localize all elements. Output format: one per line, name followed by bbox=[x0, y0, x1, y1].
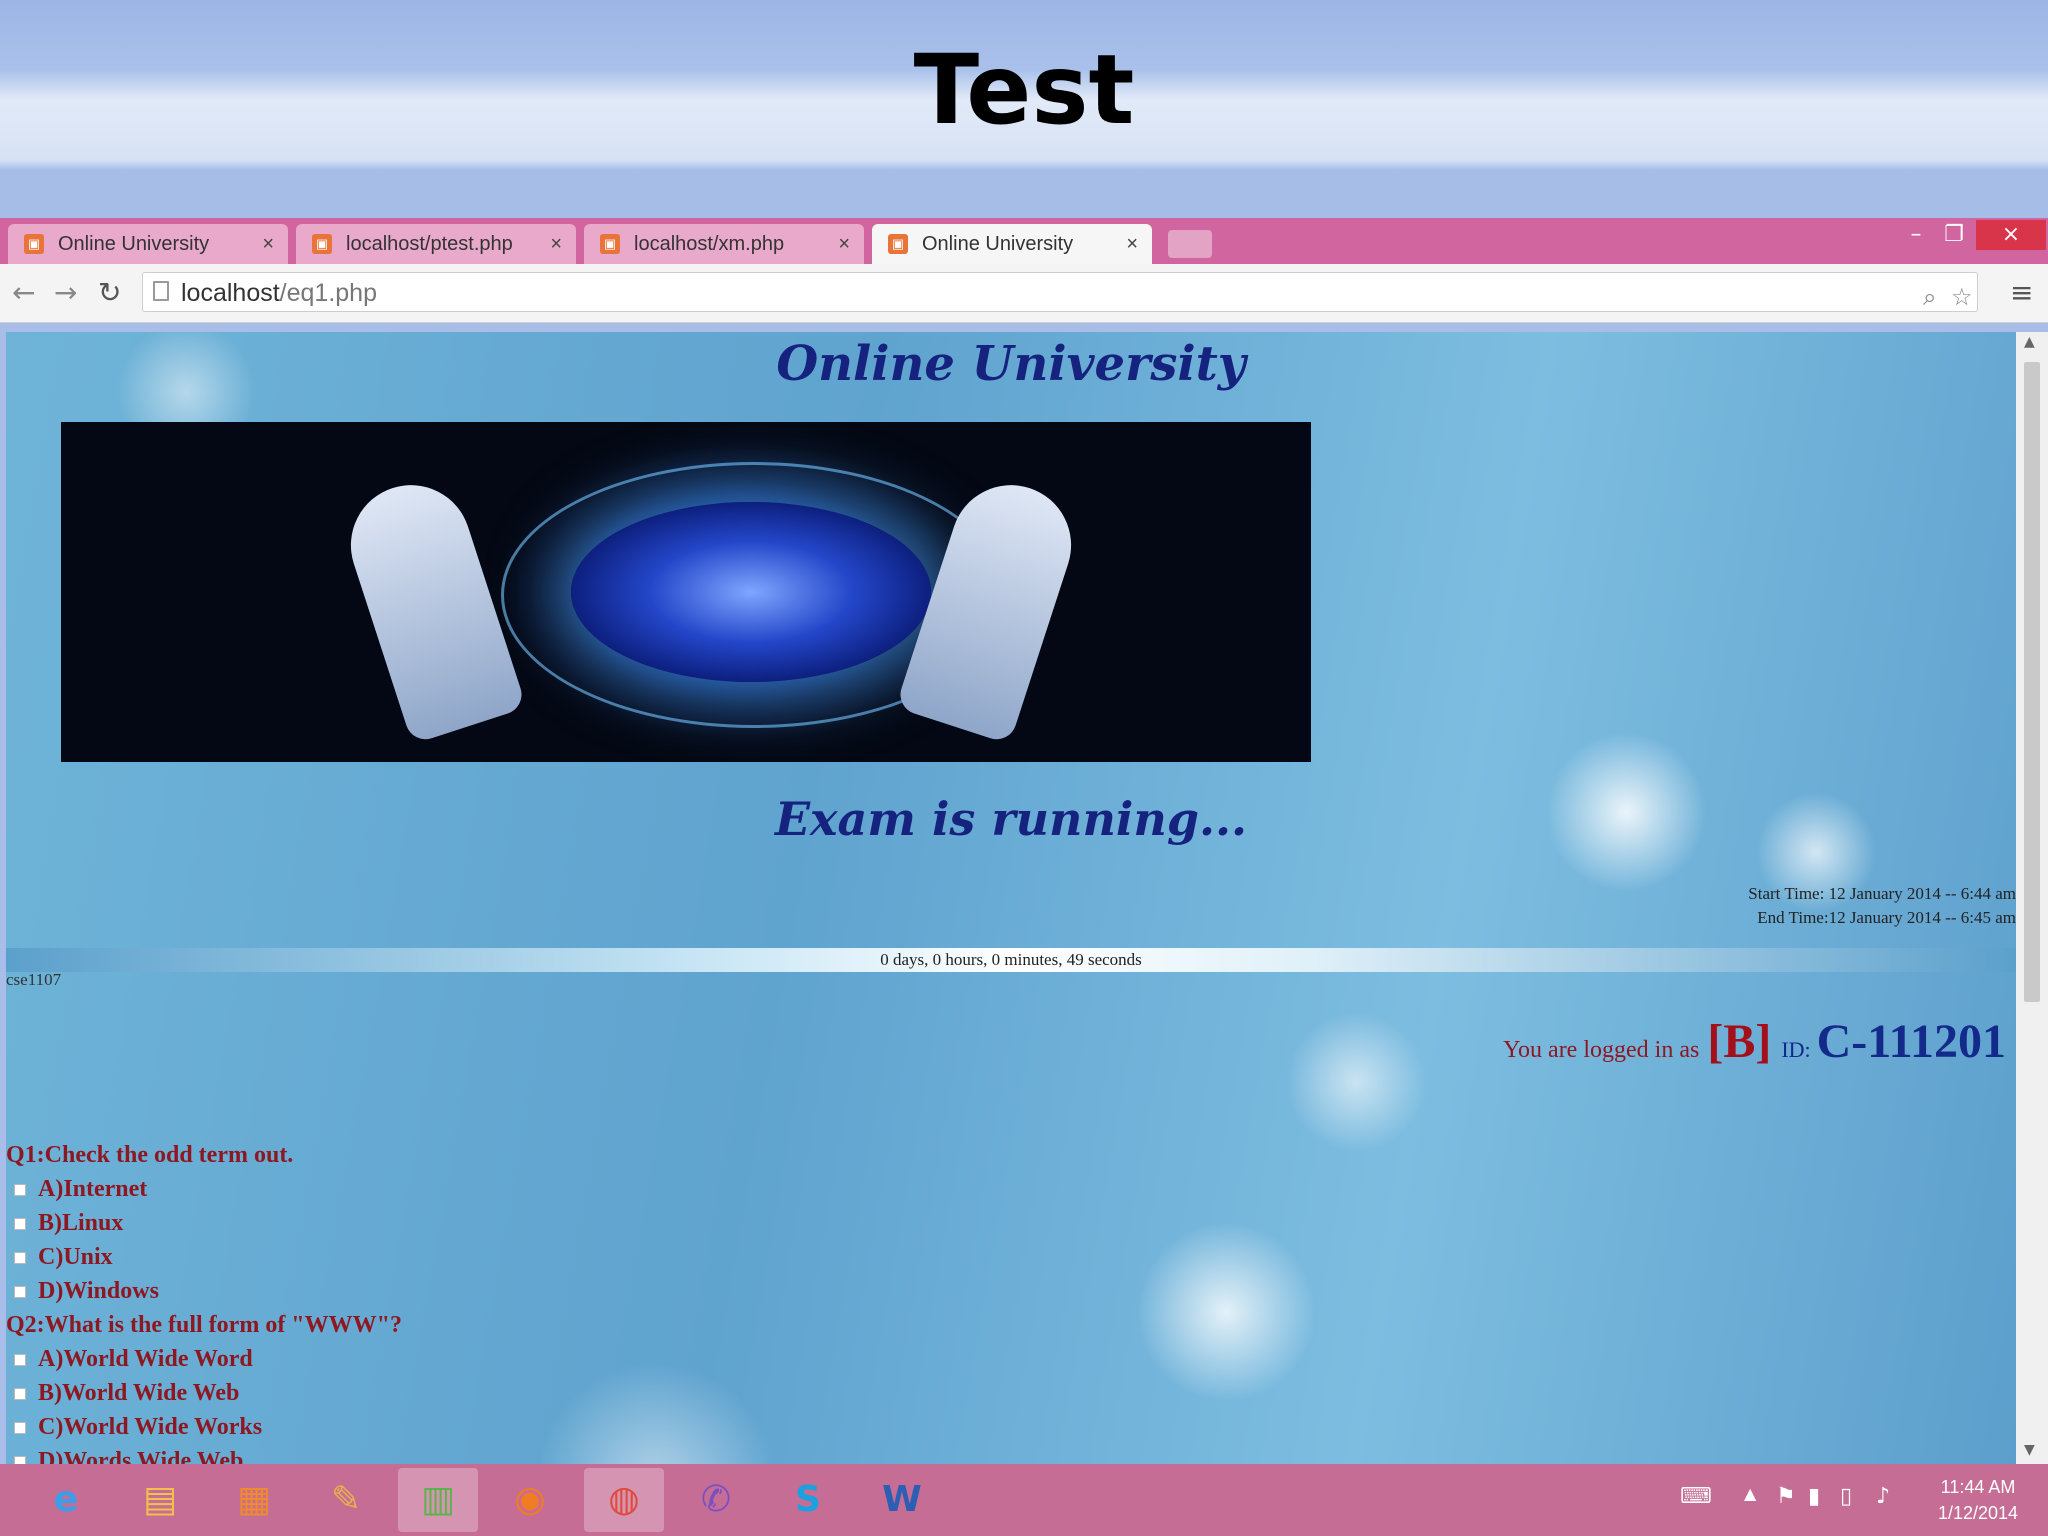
page-scrollbar[interactable]: ▲ ▼ bbox=[2016, 332, 2048, 1464]
close-tab-icon[interactable]: × bbox=[262, 224, 274, 264]
url-text: localhost/eq1.php bbox=[181, 279, 377, 307]
option-q2-d[interactable]: D)Words Wide Web bbox=[6, 1444, 402, 1464]
tab-xm[interactable]: ▣ localhost/xm.php × bbox=[584, 224, 864, 264]
scroll-thumb[interactable] bbox=[2024, 362, 2040, 1002]
forward-icon[interactable]: → bbox=[54, 276, 77, 309]
banner-image bbox=[61, 422, 1311, 762]
keyboard-icon[interactable]: ⌨ bbox=[1680, 1484, 1712, 1509]
new-tab-button[interactable] bbox=[1168, 230, 1212, 258]
countdown-text: 0 days, 0 hours, 0 minutes, 49 seconds bbox=[880, 950, 1142, 969]
question-1: Q1:Check the odd term out. bbox=[6, 1142, 294, 1168]
option-q1-d[interactable]: D)Windows bbox=[6, 1274, 402, 1308]
windows-taskbar: e ▤ ▦ ✎ ▥ ◉ ◍ ✆ S W ⌨ ▲ ⚑ ▮ ▯ ♪ 11:44 AM… bbox=[0, 1464, 2048, 1536]
option-q1-b[interactable]: B)Linux bbox=[6, 1206, 402, 1240]
close-tab-icon[interactable]: × bbox=[838, 224, 850, 264]
xampp-favicon-icon: ▣ bbox=[24, 234, 44, 254]
tab-label: Online University bbox=[58, 233, 210, 255]
restore-icon[interactable]: ❐ bbox=[1936, 220, 1972, 250]
login-text: You are logged in as bbox=[1503, 1037, 1700, 1063]
url-input[interactable]: localhost/eq1.php ⌕ ☆ bbox=[142, 272, 1978, 312]
start-time: Start Time: 12 January 2014 -- 6:44 am bbox=[1748, 884, 2016, 903]
end-time: End Time:12 January 2014 -- 6:45 am bbox=[1757, 908, 2016, 927]
radio-button[interactable] bbox=[14, 1184, 26, 1197]
viber-icon[interactable]: ✆ bbox=[676, 1468, 756, 1532]
radio-button[interactable] bbox=[14, 1354, 26, 1367]
store-icon[interactable]: ▦ bbox=[214, 1468, 294, 1532]
site-title: Online University bbox=[776, 336, 1246, 392]
minimize-icon[interactable]: – bbox=[1898, 220, 1934, 250]
tab-online-university-active[interactable]: ▣ Online University × bbox=[872, 224, 1152, 264]
option-q2-a[interactable]: A)World Wide Word bbox=[6, 1342, 402, 1376]
exam-times: Start Time: 12 January 2014 -- 6:44 am E… bbox=[1748, 882, 2016, 930]
brain-graphic bbox=[571, 502, 931, 682]
page-viewport: Online University Exam is running... Sta… bbox=[6, 332, 2016, 1464]
option-q1-a[interactable]: A)Internet bbox=[6, 1172, 402, 1206]
xampp-favicon-icon: ▣ bbox=[600, 234, 620, 254]
scroll-down-icon[interactable]: ▼ bbox=[2024, 1442, 2035, 1458]
close-tab-icon[interactable]: × bbox=[550, 224, 562, 264]
user-code: cse1107 bbox=[6, 970, 62, 989]
volume-icon[interactable]: ♪ bbox=[1876, 1484, 1890, 1509]
menu-icon[interactable]: ≡ bbox=[2010, 276, 2033, 309]
clock-time: 11:44 AM bbox=[1940, 1477, 2016, 1497]
skype-icon[interactable]: S bbox=[768, 1468, 848, 1532]
exam-status: Exam is running... bbox=[774, 792, 1248, 846]
radio-button[interactable] bbox=[14, 1218, 26, 1231]
login-info: You are logged in as [B] ID: C-111201 bbox=[1503, 1014, 2006, 1069]
radio-button[interactable] bbox=[14, 1252, 26, 1265]
left-hand-graphic bbox=[335, 469, 527, 745]
show-hidden-icons[interactable]: ▲ bbox=[1744, 1484, 1756, 1503]
internet-explorer-icon[interactable]: e bbox=[26, 1468, 106, 1532]
reload-icon[interactable]: ↻ bbox=[98, 276, 121, 309]
project-icon[interactable]: ▥ bbox=[398, 1468, 478, 1532]
close-window-icon[interactable]: × bbox=[1976, 220, 2046, 250]
file-explorer-icon[interactable]: ▤ bbox=[120, 1468, 200, 1532]
firefox-icon[interactable]: ◉ bbox=[490, 1468, 570, 1532]
close-tab-icon[interactable]: × bbox=[1126, 224, 1138, 264]
back-icon[interactable]: ← bbox=[12, 276, 35, 309]
network-icon[interactable]: ▯ bbox=[1840, 1484, 1852, 1509]
login-id-label: ID: bbox=[1781, 1037, 1811, 1062]
question-list: Q1:Check the odd term out. A)Internet B)… bbox=[6, 1138, 402, 1464]
countdown-bar: 0 days, 0 hours, 0 minutes, 49 seconds bbox=[6, 948, 2016, 972]
tab-label: localhost/xm.php bbox=[634, 233, 785, 255]
address-toolbar: ← → ↻ localhost/eq1.php ⌕ ☆ ≡ bbox=[0, 264, 2048, 323]
browser-tabbar: ▣ Online University × ▣ localhost/ptest.… bbox=[0, 218, 2048, 264]
bookmark-star-icon[interactable]: ☆ bbox=[1951, 283, 1973, 311]
tab-label: Online University bbox=[922, 233, 1074, 255]
scroll-up-icon[interactable]: ▲ bbox=[2024, 334, 2035, 350]
chrome-icon[interactable]: ◍ bbox=[584, 1468, 664, 1532]
paint-icon[interactable]: ✎ bbox=[306, 1468, 386, 1532]
slide-title: Test bbox=[913, 34, 1135, 146]
option-q2-c[interactable]: C)World Wide Works bbox=[6, 1410, 402, 1444]
radio-button[interactable] bbox=[14, 1456, 26, 1464]
radio-button[interactable] bbox=[14, 1286, 26, 1299]
page-icon bbox=[153, 281, 169, 301]
login-id: C-111201 bbox=[1816, 1015, 2006, 1068]
radio-button[interactable] bbox=[14, 1422, 26, 1435]
clock-date: 1/12/2014 bbox=[1937, 1503, 2019, 1523]
option-q1-c[interactable]: C)Unix bbox=[6, 1240, 402, 1274]
option-q2-b[interactable]: B)World Wide Web bbox=[6, 1376, 402, 1410]
power-icon[interactable]: ▮ bbox=[1808, 1484, 1820, 1509]
tab-label: localhost/ptest.php bbox=[346, 233, 513, 255]
question-2: Q2:What is the full form of "WWW"? bbox=[6, 1312, 402, 1338]
login-role: [B] bbox=[1707, 1015, 1772, 1068]
word-icon[interactable]: W bbox=[862, 1468, 942, 1532]
search-icon[interactable]: ⌕ bbox=[1923, 283, 1936, 311]
tab-online-university[interactable]: ▣ Online University × bbox=[8, 224, 288, 264]
xampp-favicon-icon: ▣ bbox=[888, 234, 908, 254]
xampp-favicon-icon: ▣ bbox=[312, 234, 332, 254]
system-clock[interactable]: 11:44 AM 1/12/2014 bbox=[1918, 1474, 2038, 1526]
radio-button[interactable] bbox=[14, 1388, 26, 1401]
tab-ptest[interactable]: ▣ localhost/ptest.php × bbox=[296, 224, 576, 264]
action-center-flag-icon[interactable]: ⚑ bbox=[1776, 1484, 1796, 1509]
